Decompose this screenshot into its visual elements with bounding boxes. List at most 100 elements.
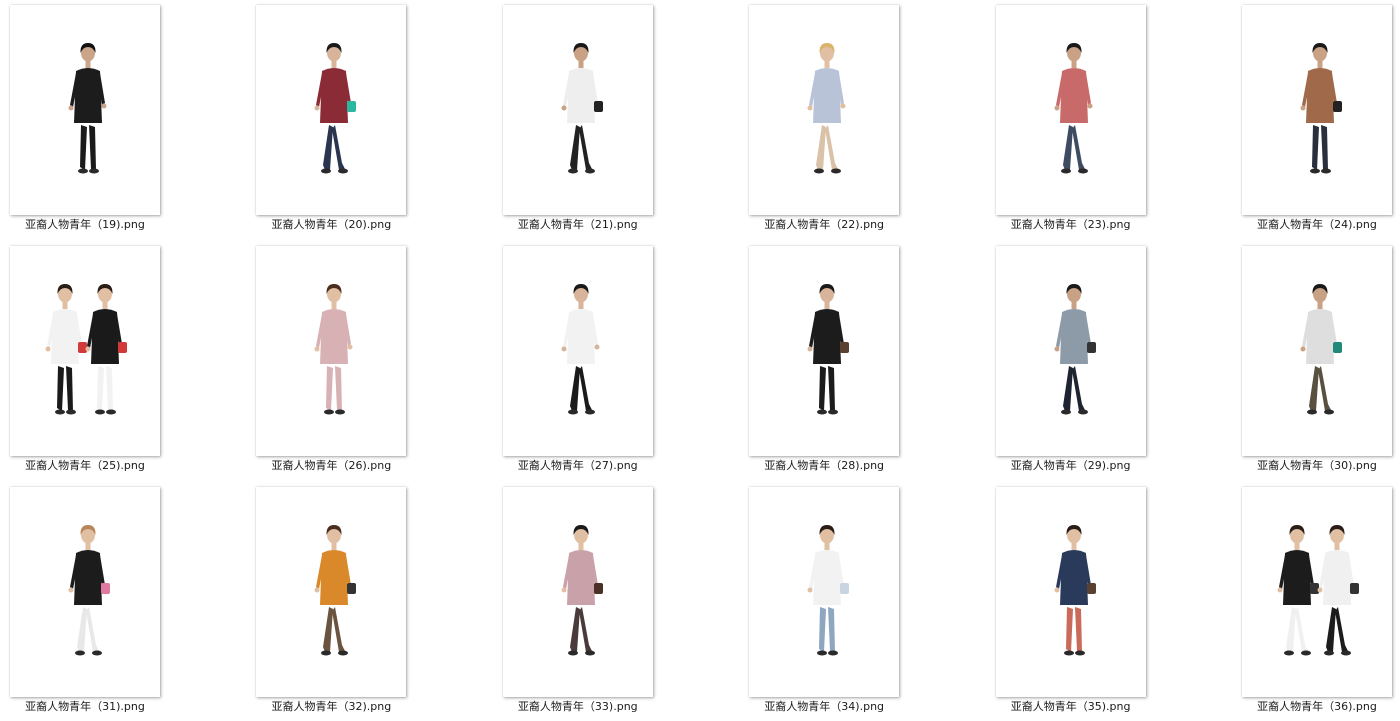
file-name-label: 亚裔人物青年（31).png — [25, 700, 145, 713]
file-name-label: 亚裔人物青年（34).png — [764, 700, 885, 713]
file-name-label: 亚裔人物青年（25).png — [25, 459, 145, 472]
file-name-label: 亚裔人物青年（19).png — [25, 218, 145, 231]
bag-shape — [593, 583, 603, 594]
bag-shape — [78, 342, 87, 353]
file-item[interactable]: 亚裔人物青年（29).png — [986, 241, 1232, 482]
thumbnail-image — [45, 284, 127, 415]
file-thumbnail[interactable] — [256, 487, 407, 697]
file-thumbnail[interactable] — [256, 5, 407, 215]
thumbnail-image — [561, 284, 600, 415]
file-item[interactable]: 亚裔人物青年（22).png — [739, 0, 985, 241]
file-grid: 亚裔人物青年（19).png 亚裔人物青年（20).png 亚裔人物青年（21).p… — [0, 0, 1400, 721]
file-item[interactable]: 亚裔人物青年（21).png — [493, 0, 739, 241]
thumbnail-image — [1277, 525, 1359, 656]
file-item[interactable]: 亚裔人物青年（31).png — [0, 482, 246, 721]
file-thumbnail[interactable] — [1242, 246, 1392, 456]
bag-shape — [118, 342, 127, 353]
bag-shape — [1310, 583, 1319, 594]
thumbnail-image — [1054, 43, 1093, 174]
person-silhouette — [68, 525, 110, 656]
person-silhouette — [314, 525, 357, 656]
file-thumbnail[interactable] — [749, 5, 900, 215]
bag-shape — [593, 101, 603, 112]
person-silhouette — [1317, 525, 1359, 656]
person-silhouette — [807, 43, 846, 174]
thumbnail-image — [68, 525, 110, 656]
file-item[interactable]: 亚裔人物青年（35).png — [986, 482, 1232, 721]
file-item[interactable]: 亚裔人物青年（30).png — [1232, 241, 1400, 482]
person-silhouette — [68, 43, 107, 174]
person-silhouette — [314, 284, 353, 415]
file-item[interactable]: 亚裔人物青年（34).png — [739, 482, 985, 721]
person-silhouette — [314, 43, 357, 174]
file-name-label: 亚裔人物青年（21).png — [517, 218, 638, 231]
file-thumbnail[interactable] — [502, 5, 653, 215]
thumbnail-image — [1054, 525, 1096, 656]
person-silhouette — [1054, 284, 1096, 415]
file-name-label: 亚裔人物青年（35).png — [1010, 700, 1131, 713]
person-silhouette — [1300, 43, 1342, 174]
file-item[interactable]: 亚裔人物青年（32).png — [246, 482, 492, 721]
person-silhouette — [45, 284, 87, 415]
bag-shape — [840, 342, 850, 353]
file-name-label: 亚裔人物青年（24).png — [1257, 218, 1377, 231]
file-name-label: 亚裔人物青年（36).png — [1257, 700, 1377, 713]
file-name-label: 亚裔人物青年（33).png — [517, 700, 638, 713]
file-item[interactable]: 亚裔人物青年（27).png — [493, 241, 739, 482]
file-name-label: 亚裔人物青年（22).png — [764, 218, 885, 231]
person-silhouette — [561, 284, 600, 415]
bag-shape — [1086, 583, 1096, 594]
file-thumbnail[interactable] — [502, 246, 653, 456]
file-item[interactable]: 亚裔人物青年（33).png — [493, 482, 739, 721]
file-name-label: 亚裔人物青年（26).png — [271, 459, 392, 472]
file-thumbnail[interactable] — [1242, 5, 1392, 215]
file-name-label: 亚裔人物青年（27).png — [517, 459, 638, 472]
file-thumbnail[interactable] — [995, 487, 1146, 697]
person-silhouette — [1300, 284, 1342, 415]
thumbnail-image — [68, 43, 107, 174]
file-thumbnail[interactable] — [749, 487, 900, 697]
file-name-label: 亚裔人物青年（32).png — [271, 700, 392, 713]
thumbnail-image — [1054, 284, 1096, 415]
thumbnail-image — [314, 43, 357, 174]
file-name-label: 亚裔人物青年（29).png — [1010, 459, 1131, 472]
thumbnail-image — [1300, 43, 1342, 174]
file-thumbnail[interactable] — [10, 487, 160, 697]
thumbnail-image — [561, 43, 603, 174]
file-thumbnail[interactable] — [10, 246, 160, 456]
file-thumbnail[interactable] — [10, 5, 160, 215]
file-thumbnail[interactable] — [502, 487, 653, 697]
file-item[interactable]: 亚裔人物青年（19).png — [0, 0, 246, 241]
file-name-label: 亚裔人物青年（23).png — [1010, 218, 1131, 231]
bag-shape — [1350, 583, 1359, 594]
bag-shape — [101, 583, 110, 594]
person-silhouette — [807, 525, 850, 656]
person-silhouette — [561, 525, 603, 656]
file-thumbnail[interactable] — [749, 246, 900, 456]
file-name-label: 亚裔人物青年（28).png — [764, 459, 885, 472]
thumbnail-image — [1300, 284, 1342, 415]
file-item[interactable]: 亚裔人物青年（25).png — [0, 241, 246, 482]
thumbnail-image — [807, 284, 850, 415]
thumbnail-image — [314, 284, 353, 415]
file-item[interactable]: 亚裔人物青年（28).png — [739, 241, 985, 482]
file-name-label: 亚裔人物青年（30).png — [1257, 459, 1377, 472]
person-silhouette — [807, 284, 850, 415]
bag-shape — [347, 101, 357, 112]
file-item[interactable]: 亚裔人物青年（26).png — [246, 241, 492, 482]
thumbnail-image — [807, 525, 850, 656]
file-thumbnail[interactable] — [256, 246, 407, 456]
file-item[interactable]: 亚裔人物青年（24).png — [1232, 0, 1400, 241]
person-silhouette — [1054, 43, 1093, 174]
file-item[interactable]: 亚裔人物青年（20).png — [246, 0, 492, 241]
person-silhouette — [85, 284, 127, 415]
person-silhouette — [561, 43, 603, 174]
file-item[interactable]: 亚裔人物青年（23).png — [986, 0, 1232, 241]
bag-shape — [1086, 342, 1096, 353]
file-thumbnail[interactable] — [995, 5, 1146, 215]
file-thumbnail[interactable] — [1242, 487, 1392, 697]
bag-shape — [1333, 101, 1342, 112]
file-thumbnail[interactable] — [995, 246, 1146, 456]
bag-shape — [347, 583, 357, 594]
file-item[interactable]: 亚裔人物青年（36).png — [1232, 482, 1400, 721]
